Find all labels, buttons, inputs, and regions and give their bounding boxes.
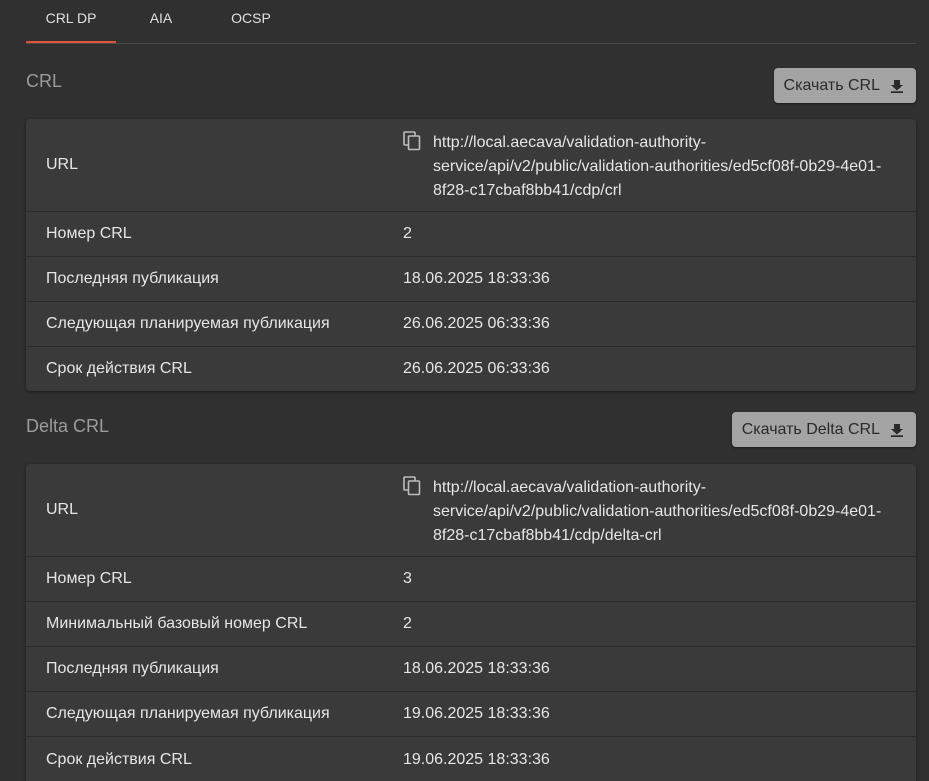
- tab-crl-dp[interactable]: CRL DP: [26, 0, 116, 43]
- download-crl-button-label: Скачать CRL: [783, 76, 880, 94]
- delta-crl-url-value[interactable]: http://local.aecava/validation-authority…: [433, 476, 903, 548]
- delta-crl-url-label: URL: [46, 501, 79, 518]
- crl-row-last-publication: Последняя публикация 18.06.2025 18:33:36: [26, 257, 916, 302]
- row-value: 18.06.2025 18:33:36: [403, 270, 550, 287]
- row-value: 26.06.2025 06:33:36: [403, 360, 550, 377]
- delta-crl-row-min-base: Минимальный базовый номер CRL 2: [26, 602, 916, 647]
- delta-crl-row-url: URL http://local.aecava/validation-autho…: [26, 464, 916, 557]
- row-label: Следующая планируемая публикация: [46, 705, 330, 722]
- download-icon: [890, 423, 904, 437]
- row-value: 19.06.2025 18:33:36: [403, 750, 550, 768]
- row-value: 19.06.2025 18:33:36: [403, 705, 550, 722]
- crl-url-value[interactable]: http://local.aecava/validation-authority…: [433, 131, 903, 203]
- row-label: Следующая планируемая публикация: [46, 315, 330, 332]
- crl-section-title: CRL: [26, 71, 63, 91]
- download-crl-button[interactable]: Скачать CRL: [773, 68, 916, 103]
- row-label: Срок действия CRL: [46, 750, 192, 768]
- row-label: Минимальный базовый номер CRL: [46, 615, 308, 632]
- url-line: 8f28-c17cbaf8bb41/cdp/crl: [433, 182, 622, 199]
- copy-icon[interactable]: [403, 476, 421, 496]
- crl-row-number: Номер CRL 2: [26, 212, 916, 257]
- row-label: Номер CRL: [46, 570, 132, 587]
- row-label: Срок действия CRL: [46, 360, 192, 377]
- url-line: service/api/v2/public/validation-authori…: [433, 158, 882, 175]
- delta-crl-row-validity: Срок действия CRL 19.06.2025 18:33:36: [26, 737, 916, 781]
- url-line: http://local.aecava/validation-authority…: [433, 134, 707, 151]
- tab-aia[interactable]: AIA: [132, 0, 190, 42]
- row-value: 26.06.2025 06:33:36: [403, 315, 550, 332]
- row-label: Последняя публикация: [46, 660, 219, 677]
- url-line: http://local.aecava/validation-authority…: [433, 479, 707, 496]
- row-value: 18.06.2025 18:33:36: [403, 660, 550, 677]
- row-value: 2: [403, 615, 412, 632]
- delta-crl-card: URL http://local.aecava/validation-autho…: [26, 464, 916, 781]
- download-icon: [890, 79, 904, 93]
- url-line: service/api/v2/public/validation-authori…: [433, 503, 882, 520]
- delta-crl-row-last-publication: Последняя публикация 18.06.2025 18:33:36: [26, 647, 916, 692]
- row-value: 3: [403, 570, 412, 587]
- tab-bar: CRL DP AIA OCSP: [26, 0, 916, 44]
- delta-crl-section-title: Delta CRL: [26, 416, 110, 436]
- crl-row-next-publication: Следующая планируемая публикация 26.06.2…: [26, 302, 916, 347]
- crl-url-label: URL: [46, 156, 79, 173]
- crl-card: URL http://local.aecava/validation-autho…: [26, 119, 916, 391]
- crl-dp-page: CRL DP AIA OCSP CRL Скачать CRL URL http…: [0, 0, 929, 781]
- crl-row-url: URL http://local.aecava/validation-autho…: [26, 119, 916, 212]
- row-label: Номер CRL: [46, 225, 132, 242]
- row-value: 2: [403, 225, 412, 242]
- url-line: 8f28-c17cbaf8bb41/cdp/delta-crl: [433, 527, 662, 544]
- row-label: Последняя публикация: [46, 270, 219, 287]
- delta-crl-row-next-publication: Следующая планируемая публикация 19.06.2…: [26, 692, 916, 737]
- download-delta-crl-button[interactable]: Скачать Delta CRL: [731, 412, 916, 447]
- copy-icon[interactable]: [403, 131, 421, 151]
- tab-ocsp[interactable]: OCSP: [216, 0, 286, 42]
- delta-crl-row-number: Номер CRL 3: [26, 557, 916, 602]
- download-delta-crl-button-label: Скачать Delta CRL: [741, 420, 880, 438]
- crl-row-validity: Срок действия CRL 26.06.2025 06:33:36: [26, 347, 916, 391]
